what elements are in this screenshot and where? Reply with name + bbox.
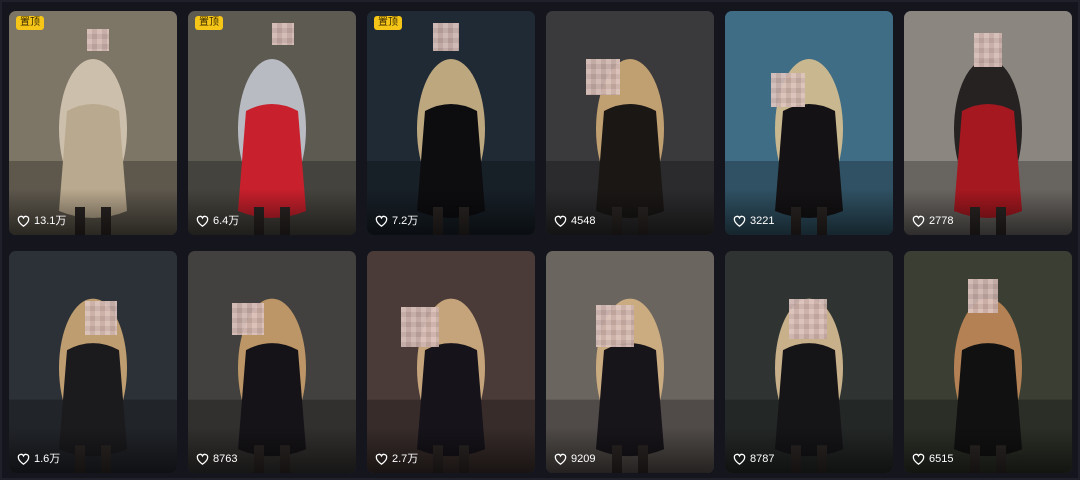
video-card[interactable]: 2778	[904, 11, 1072, 235]
face-mosaic	[433, 23, 459, 51]
heart-outline-icon	[375, 453, 388, 465]
face-mosaic	[789, 299, 827, 339]
like-count-text: 9209	[571, 453, 596, 465]
video-card[interactable]: 8787	[725, 251, 893, 473]
face-mosaic	[401, 307, 439, 347]
heart-outline-icon	[554, 453, 567, 465]
thumbnail-shade	[188, 427, 356, 473]
face-mosaic	[85, 301, 117, 335]
like-count: 6515	[912, 452, 953, 466]
thumbnail-shade	[904, 427, 1072, 473]
video-grid: 置顶 13.1万 置顶 6.4万 置顶 7.2万 4548 3221 2778 …	[9, 11, 1072, 473]
like-count-text: 7.2万	[392, 215, 419, 227]
face-mosaic	[232, 303, 264, 335]
like-count-text: 4548	[571, 215, 596, 227]
heart-outline-icon	[196, 453, 209, 465]
pinned-badge: 置顶	[16, 16, 44, 30]
face-mosaic	[87, 29, 109, 51]
heart-outline-icon	[554, 215, 567, 227]
thumbnail-shade	[9, 189, 177, 235]
like-count: 2778	[912, 214, 953, 228]
like-count: 7.2万	[375, 214, 418, 228]
like-count-text: 6515	[929, 453, 954, 465]
face-mosaic	[974, 33, 1002, 67]
like-count-text: 13.1万	[34, 215, 67, 227]
heart-outline-icon	[733, 215, 746, 227]
like-count-text: 2778	[929, 215, 954, 227]
face-mosaic	[596, 305, 634, 347]
video-grid-panel: 置顶 13.1万 置顶 6.4万 置顶 7.2万 4548 3221 2778 …	[0, 0, 1080, 480]
like-count: 6.4万	[196, 214, 239, 228]
video-card[interactable]: 置顶 6.4万	[188, 11, 356, 235]
thumbnail-shade	[904, 189, 1072, 235]
heart-outline-icon	[17, 453, 30, 465]
like-count: 8787	[733, 452, 774, 466]
video-card[interactable]: 9209	[546, 251, 714, 473]
heart-outline-icon	[733, 453, 746, 465]
like-count: 1.6万	[17, 452, 60, 466]
video-card[interactable]: 4548	[546, 11, 714, 235]
face-mosaic	[586, 59, 620, 95]
thumbnail-shade	[725, 189, 893, 235]
like-count: 4548	[554, 214, 595, 228]
video-card[interactable]: 6515	[904, 251, 1072, 473]
like-count-text: 3221	[750, 215, 775, 227]
pinned-badge: 置顶	[195, 16, 223, 30]
video-card[interactable]: 置顶 7.2万	[367, 11, 535, 235]
video-card[interactable]: 1.6万	[9, 251, 177, 473]
pinned-badge: 置顶	[374, 16, 402, 30]
video-card[interactable]: 3221	[725, 11, 893, 235]
thumbnail-shade	[725, 427, 893, 473]
video-card[interactable]: 8763	[188, 251, 356, 473]
heart-outline-icon	[375, 215, 388, 227]
thumbnail-shade	[367, 427, 535, 473]
like-count-text: 6.4万	[213, 215, 240, 227]
like-count-text: 1.6万	[34, 453, 61, 465]
face-mosaic	[272, 23, 294, 45]
like-count-text: 8763	[213, 453, 238, 465]
thumbnail-shade	[188, 189, 356, 235]
heart-outline-icon	[17, 215, 30, 227]
heart-outline-icon	[912, 453, 925, 465]
like-count: 2.7万	[375, 452, 418, 466]
face-mosaic	[771, 73, 805, 107]
like-count: 3221	[733, 214, 774, 228]
thumbnail-shade	[546, 427, 714, 473]
like-count-text: 2.7万	[392, 453, 419, 465]
thumbnail-shade	[367, 189, 535, 235]
video-card[interactable]: 2.7万	[367, 251, 535, 473]
like-count: 13.1万	[17, 214, 66, 228]
like-count: 9209	[554, 452, 595, 466]
heart-outline-icon	[196, 215, 209, 227]
video-card[interactable]: 置顶 13.1万	[9, 11, 177, 235]
like-count-text: 8787	[750, 453, 775, 465]
heart-outline-icon	[912, 215, 925, 227]
face-mosaic	[968, 279, 998, 313]
thumbnail-shade	[9, 427, 177, 473]
like-count: 8763	[196, 452, 237, 466]
thumbnail-shade	[546, 189, 714, 235]
